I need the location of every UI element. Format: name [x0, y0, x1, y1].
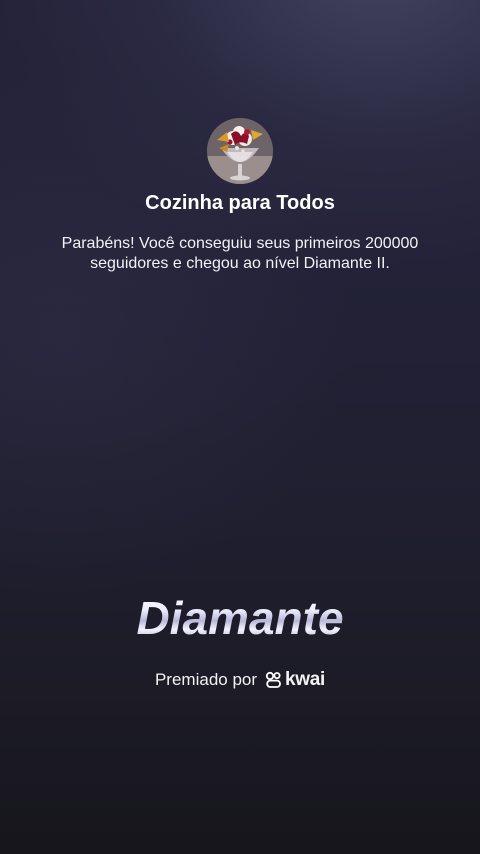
kwai-logo-icon	[265, 671, 281, 688]
awarded-by-row: Premiado por kwai	[0, 668, 480, 692]
kwai-brand: kwai	[265, 668, 325, 692]
profile-name: Cozinha para Todos	[145, 192, 335, 214]
milestone-screen: Cozinha para Todos Parabéns! Você conseg…	[0, 0, 480, 854]
kwai-wordmark: kwai	[285, 669, 326, 690]
level-badge-title: Diamante	[0, 590, 480, 646]
avatar[interactable]	[207, 118, 273, 184]
awarded-by-label: Premiado por	[154, 670, 258, 689]
milestone-message: Parabéns! Você conseguiu seus primeiros …	[61, 235, 419, 272]
dessert-photo-icon	[207, 118, 273, 184]
